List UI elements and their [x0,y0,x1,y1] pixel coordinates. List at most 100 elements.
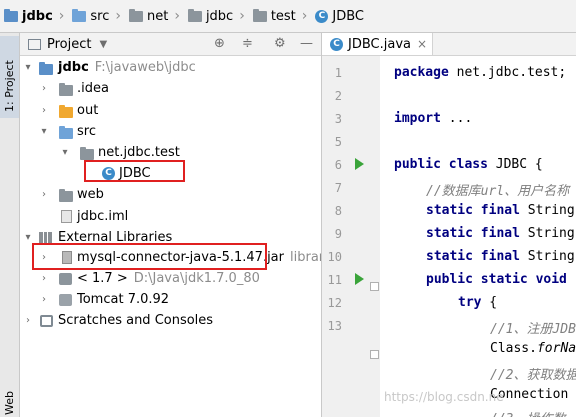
project-window-icon [28,38,41,50]
line-number: 9 [334,227,342,241]
package-folder-icon [187,8,202,22]
editor-tab-bar: C JDBC.java × [322,33,576,56]
breadcrumb-item-jdbc-pkg[interactable]: jdbc [184,0,233,33]
breadcrumb-item-test[interactable]: test [249,0,296,33]
tree-label: jdbc.iml [77,209,129,224]
tree-label: Tomcat 7.0.92 [77,292,170,307]
tree-node-idea[interactable]: › .idea [20,78,321,100]
module-folder-icon [4,8,18,22]
line-number: 8 [334,204,342,218]
collapsed-arrow-icon[interactable]: › [39,189,49,200]
breadcrumb-separator-icon: › [58,8,65,24]
jdk-path: D:\Java\jdk1.7.0_80 [133,271,260,286]
code-comment: //3、操作数 [490,408,565,417]
code-line: static final String [426,203,575,218]
collapsed-arrow-icon[interactable]: › [39,105,49,116]
project-tree: ▾ jdbc F:\javaweb\jdbc › .idea › out ▾ sr… [20,56,321,417]
breadcrumb-item-jdbc[interactable]: jdbc [0,0,53,33]
code-line: public static void [426,272,567,287]
breadcrumb-label: net [146,8,169,24]
tree-node-scratches[interactable]: › Scratches and Consoles [20,310,321,332]
tab-jdbc-java[interactable]: C JDBC.java × [322,33,433,55]
breadcrumb-separator-icon: › [239,8,245,24]
folder-icon [59,83,73,96]
tree-label: .idea [77,81,109,96]
hide-panel-icon[interactable]: — [300,37,313,51]
line-number: 13 [327,319,342,333]
chevron-down-icon: ▼ [99,38,108,50]
collapsed-arrow-icon[interactable]: › [39,294,49,305]
web-tool-tab[interactable]: Web [0,383,19,417]
code-editor[interactable]: package net.jdbc.test; import ... public… [380,56,576,417]
tree-node-src[interactable]: ▾ src [20,121,321,143]
code-line: Class.forNa [490,341,576,356]
gear-icon[interactable]: ⚙ [274,37,286,51]
tree-node-out[interactable]: › out [20,100,321,122]
tree-label: src [77,124,96,139]
scratches-icon [40,315,53,327]
breadcrumb-label: test [270,8,296,24]
source-folder-icon [59,126,73,139]
breadcrumb-separator-icon: › [301,8,308,24]
breadcrumb-item-src[interactable]: src [68,0,109,33]
module-folder-icon [39,62,53,75]
fold-marker-icon[interactable] [370,282,379,291]
collapsed-arrow-icon[interactable]: › [39,83,49,94]
line-number: 2 [334,89,342,103]
tree-node-jdk[interactable]: › < 1.7 > D:\Java\jdk1.7.0_80 [20,268,321,290]
project-tool-tab[interactable]: 1: Project [0,36,19,118]
run-class-icon[interactable] [355,158,364,170]
collapsed-arrow-icon[interactable]: › [23,315,33,326]
tree-node-root[interactable]: ▾ jdbc F:\javaweb\jdbc [20,57,321,79]
expanded-arrow-icon[interactable]: ▾ [23,62,33,73]
code-comment: //1、注册JDBC [490,322,576,337]
code-line: public class JDBC { [394,157,543,172]
code-comment: //数据库url、用户名称 [426,184,570,199]
line-number: 11 [327,273,342,287]
close-icon[interactable]: × [417,37,427,51]
code-line: static final String [426,226,575,241]
mysql-jar-highlight-box [32,243,267,270]
tree-node-iml[interactable]: jdbc.iml [20,206,321,228]
breadcrumb-item-net[interactable]: net [125,0,168,33]
tree-node-tomcat[interactable]: › Tomcat 7.0.92 [20,289,321,311]
locate-target-icon[interactable]: ⊕ [214,37,225,51]
tree-label: net.jdbc.test [98,145,180,160]
left-tool-window-strip: 1: Project Web [0,33,20,417]
expanded-arrow-icon[interactable]: ▾ [60,147,70,158]
collapse-all-icon[interactable]: ≑ [242,37,253,51]
line-number: 10 [327,250,342,264]
tree-node-web[interactable]: › web [20,184,321,206]
code-line: import ... [394,111,473,126]
breadcrumb-separator-icon: › [174,8,180,24]
tree-label: web [77,187,104,202]
root-path: F:\javaweb\jdbc [94,60,196,75]
navigation-breadcrumb: jdbc › src › net › jdbc › test › C JDBC [0,0,576,33]
run-main-icon[interactable] [355,273,364,285]
breadcrumb-item-jdbc-class[interactable]: C JDBC [311,0,364,33]
tomcat-library-icon [59,294,72,306]
line-number: 7 [334,181,342,195]
package-folder-icon [128,8,143,22]
fold-marker-icon[interactable] [370,350,379,359]
breadcrumb-label: jdbc [205,8,234,24]
breadcrumb-label: JDBC [332,8,365,24]
tree-label: < 1.7 > [77,271,128,286]
tab-label: JDBC.java [348,36,411,52]
module-file-icon [61,210,72,223]
library-scope-label: library ro [290,250,321,265]
editor-gutter: 1 2 3 5 6 7 8 9 10 11 12 13 [322,56,389,417]
folder-icon [59,189,73,202]
code-line: try { [458,295,498,310]
watermark-text: https://blog.csdn.ne [384,390,504,404]
java-class-icon: C [315,9,329,23]
expanded-arrow-icon[interactable]: ▾ [39,126,49,137]
web-tool-tab-label: Web [3,391,16,415]
collapsed-arrow-icon[interactable]: › [39,273,49,284]
package-folder-icon [80,147,94,160]
code-line: package net.jdbc.test; [394,65,567,80]
project-view-selector[interactable]: Project ▼ [28,37,107,52]
line-number: 12 [327,296,342,310]
expanded-arrow-icon[interactable]: ▾ [23,232,33,243]
code-line: static final String [426,249,575,264]
